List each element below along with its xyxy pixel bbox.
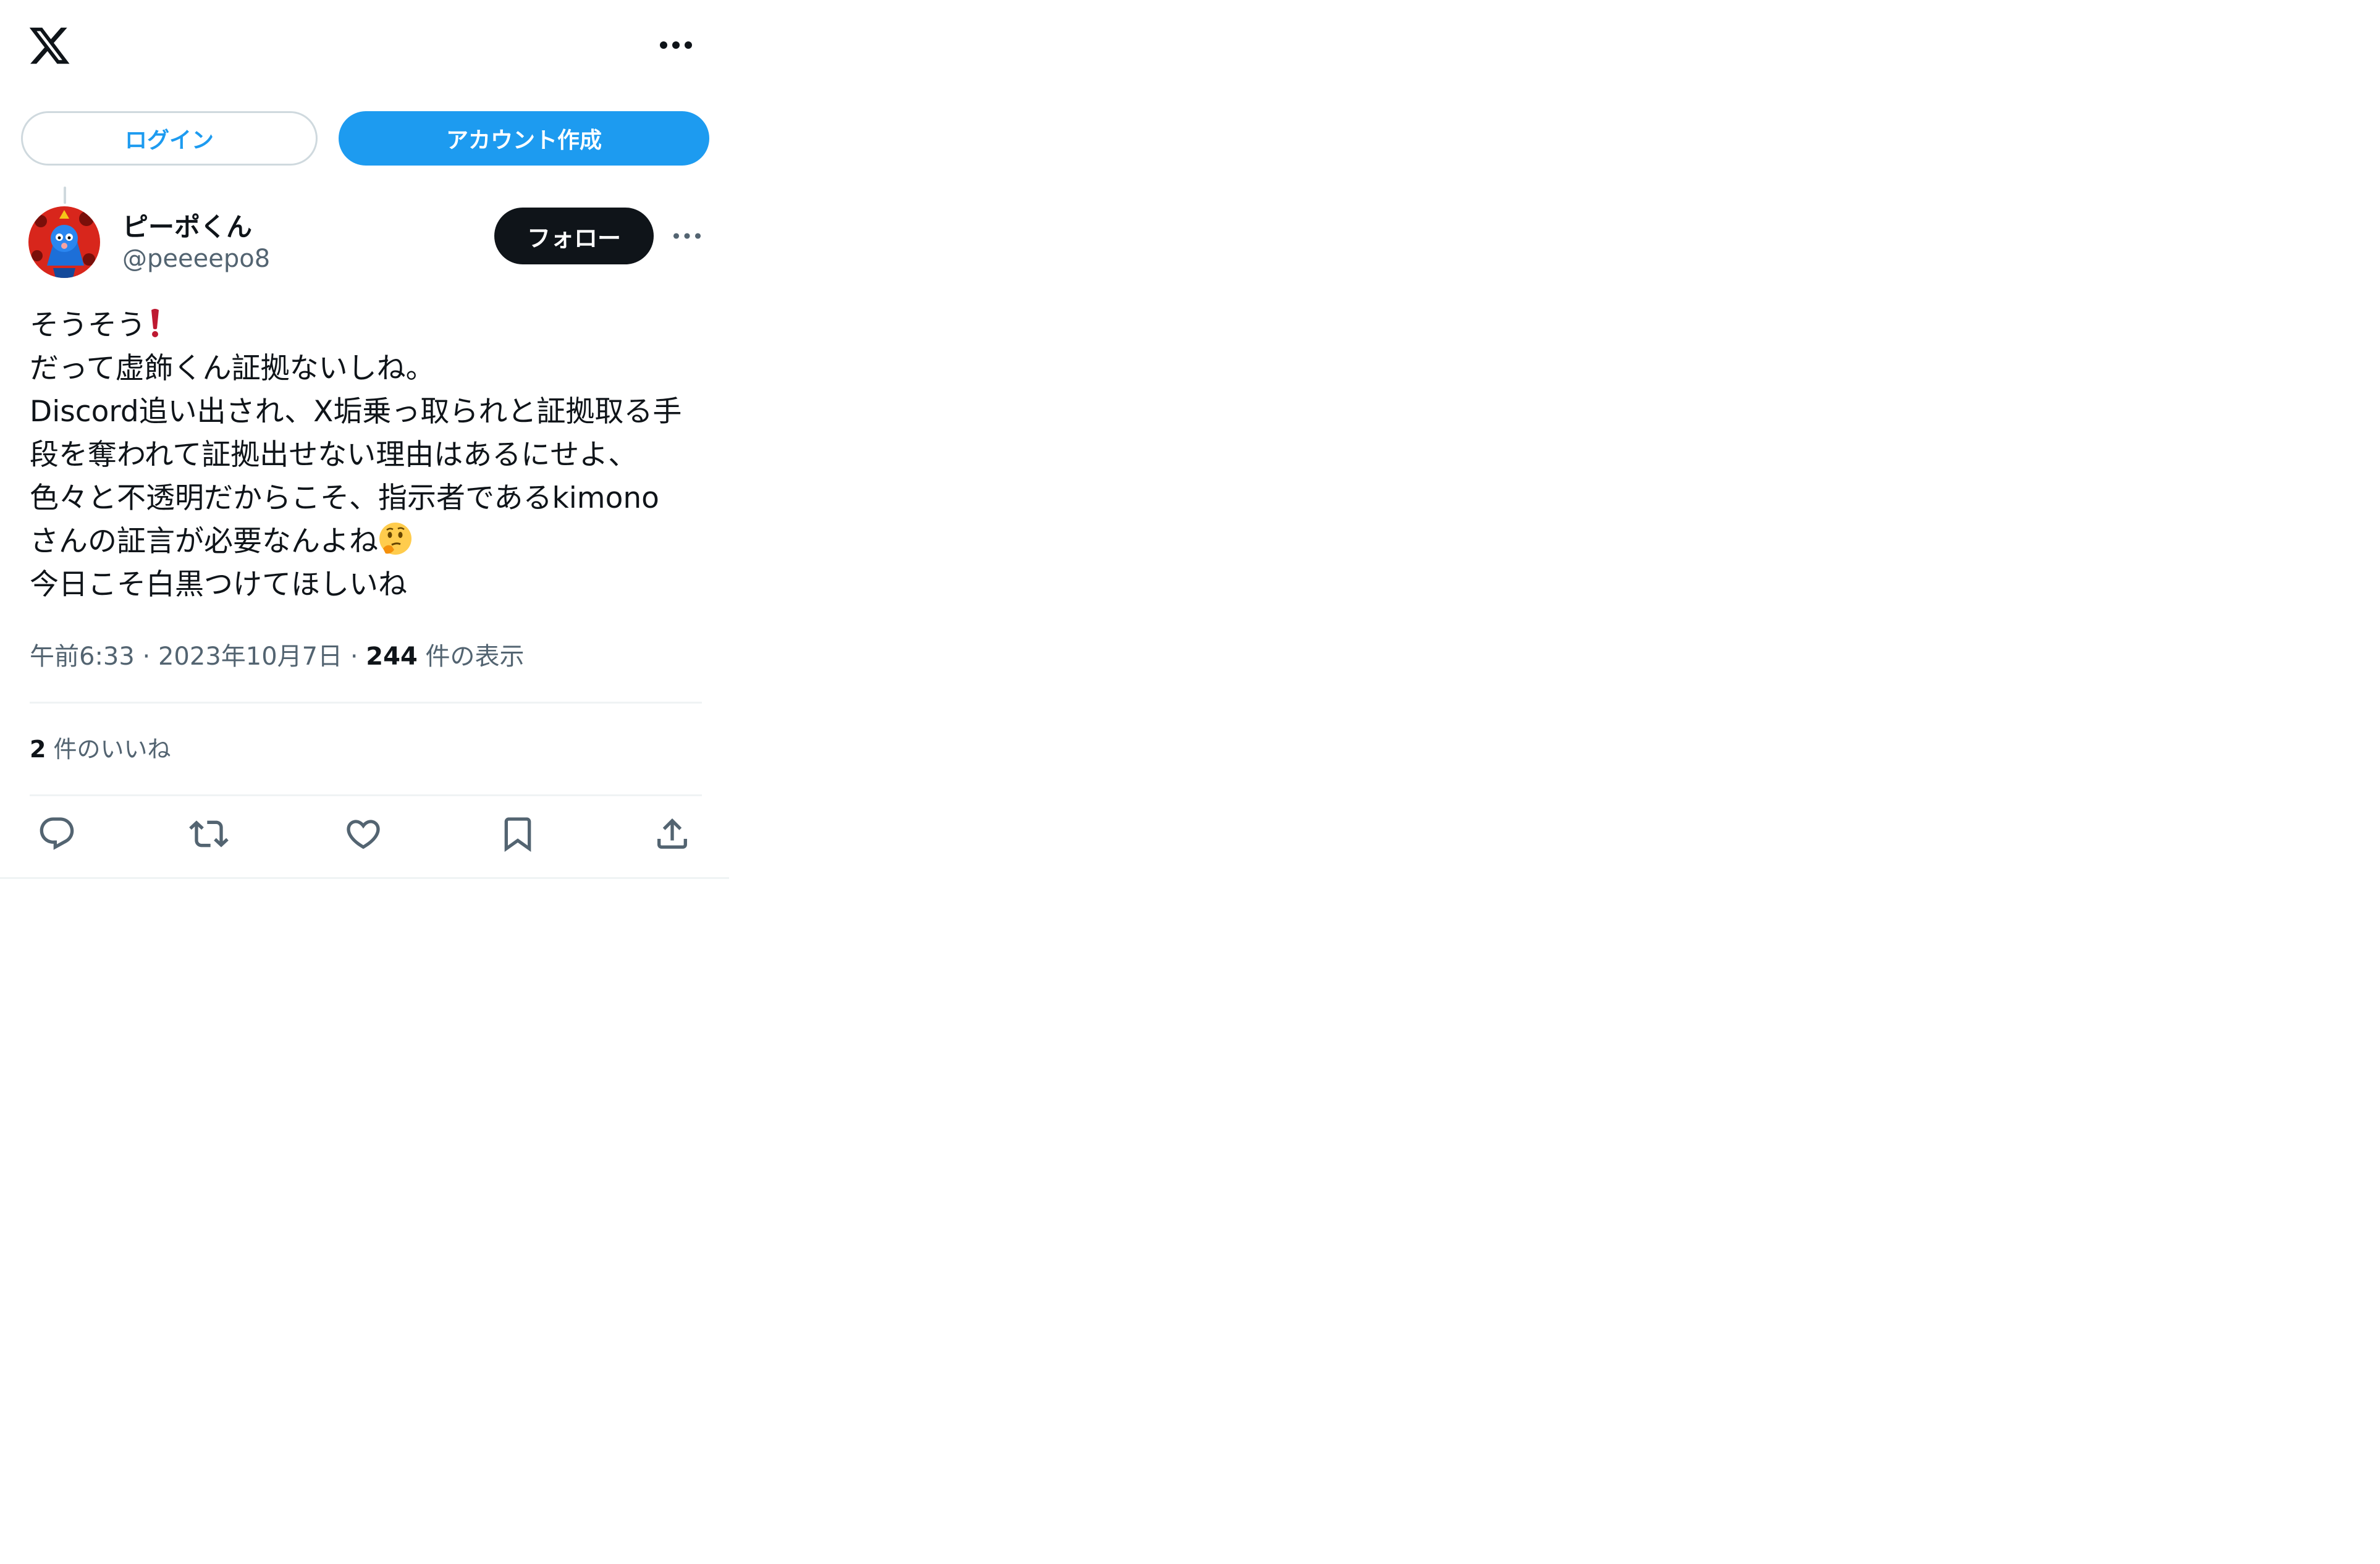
likes-label: 件のいいね [53,736,171,763]
tweet-line: さんの証言が必要なんよね [30,520,709,563]
tweet-line: そうそう [30,304,709,347]
login-button[interactable]: ログイン [21,111,318,166]
author-handle[interactable]: @peeeepo8 [122,245,270,273]
tweet-date[interactable]: 2023年10月7日 [158,642,342,671]
meta-separator: · [350,642,358,671]
exclamation-mark-emoji [151,309,159,337]
tweet-line: Discord追い出され、X垢乗っ取られと証拠取る手 [30,395,682,429]
tweet-time[interactable]: 午前6:33 [30,642,135,671]
views-label: 件の表示 [425,642,525,671]
tweet-column: ログイン アカウント作成 ピーポくん @peeeepo8 フォロー そうそう だ… [0,0,729,879]
tweet-line: だって虚飾くん証拠ないしね。 [30,351,435,385]
avatar-image [28,206,100,278]
tweet-line: 段を奪われて証拠出せない理由はあるにせよ、 [30,438,638,472]
tweet-text: そうそう だって虚飾くん証拠ないしね。 Discord追い出され、X垢乗っ取られ… [30,304,709,607]
top-bar [0,0,729,93]
thinking-face-emoji [379,523,411,555]
page: ログイン アカウント作成 ピーポくん @peeeepo8 フォロー そうそう だ… [0,0,2380,1564]
tweet-line: 色々と不透明だからこそ、指示者であるkimono [30,481,659,515]
likes-count: 2 [30,736,46,763]
tweet-line: 今日こそ白黒つけてほしいね [30,568,407,602]
tweet-meta: 午前6:33 · 2023年10月7日 · 244 件の表示 [30,636,525,672]
like-icon[interactable] [344,814,383,854]
divider [30,794,702,796]
share-icon[interactable] [652,814,692,854]
tweet-line-text: さんの証言が必要なんよね [30,524,378,558]
meta-separator: · [142,642,151,671]
thread-connector-line [64,187,66,204]
bookmark-icon[interactable] [498,814,538,854]
auth-buttons: ログイン アカウント作成 [0,111,729,168]
reply-icon[interactable] [37,814,77,854]
views-count: 244 [366,642,418,671]
post-more-icon[interactable] [670,221,704,251]
author-name[interactable]: ピーポくん [122,206,252,244]
create-account-button[interactable]: アカウント作成 [339,111,709,166]
x-logo-icon[interactable] [27,23,72,68]
avatar[interactable] [28,206,100,278]
likes-stat[interactable]: 2 件のいいね [30,730,171,764]
more-horizontal-icon[interactable] [656,30,696,61]
follow-button[interactable]: フォロー [494,208,654,264]
tweet-line-text: そうそう [30,308,146,342]
repost-icon[interactable] [189,814,229,854]
divider [30,702,702,704]
